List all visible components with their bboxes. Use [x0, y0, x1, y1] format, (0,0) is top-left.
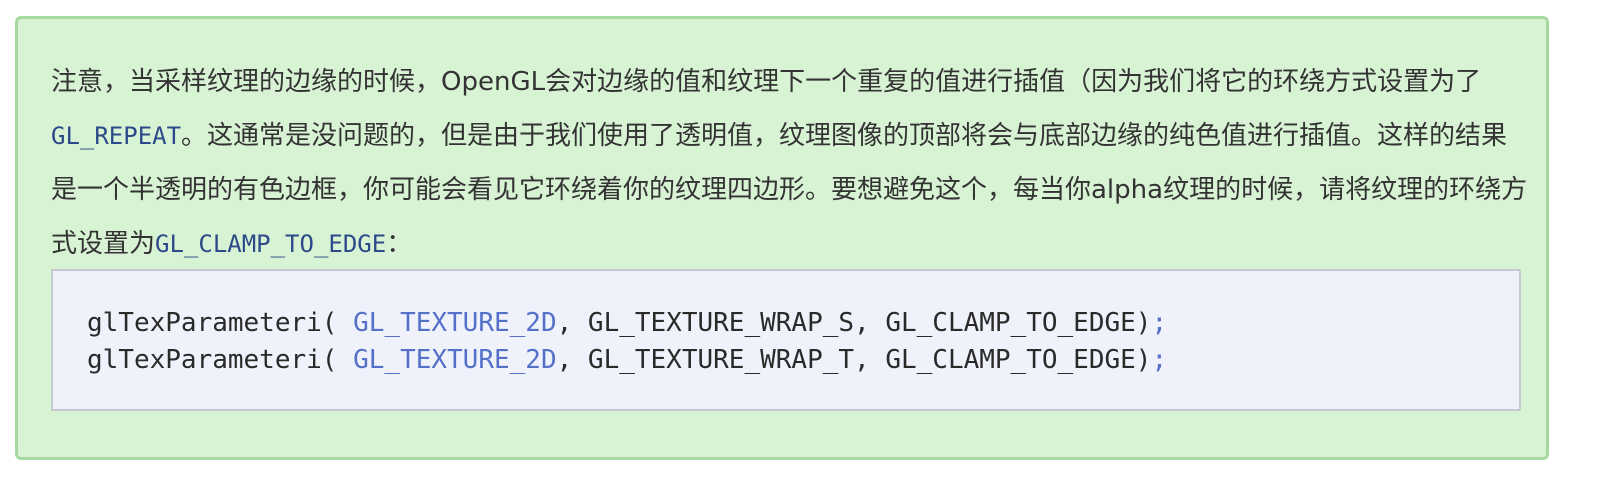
inline-code-gl-repeat: GL_REPEAT	[51, 122, 182, 150]
code-function: glTexParameteri(	[87, 345, 338, 375]
code-arguments: , GL_TEXTURE_WRAP_T, GL_CLAMP_TO_EDGE)	[556, 345, 1152, 375]
code-block: glTexParameteri( GL_TEXTURE_2D, GL_TEXTU…	[51, 269, 1521, 411]
code-line-1: glTexParameteri( GL_TEXTURE_2D, GL_TEXTU…	[87, 305, 1519, 342]
note-paragraph: 注意，当采样纹理的边缘的时候，OpenGL会对边缘的值和纹理下一个重复的值进行插…	[51, 55, 1531, 271]
note-box: 注意，当采样纹理的边缘的时候，OpenGL会对边缘的值和纹理下一个重复的值进行插…	[15, 16, 1549, 460]
note-text-1: 注意，当采样纹理的边缘的时候，OpenGL会对边缘的值和纹理下一个重复的值进行插…	[51, 67, 1482, 97]
code-semicolon: ;	[1151, 345, 1168, 375]
inline-code-gl-clamp-to-edge: GL_CLAMP_TO_EDGE	[155, 230, 387, 258]
code-function: glTexParameteri(	[87, 308, 338, 338]
note-text-3: ：	[386, 229, 413, 259]
code-constant: GL_TEXTURE_2D	[353, 308, 557, 338]
code-line-2: glTexParameteri( GL_TEXTURE_2D, GL_TEXTU…	[87, 342, 1519, 379]
code-arguments: , GL_TEXTURE_WRAP_S, GL_CLAMP_TO_EDGE)	[556, 308, 1152, 338]
code-semicolon: ;	[1151, 308, 1168, 338]
code-constant: GL_TEXTURE_2D	[353, 345, 557, 375]
